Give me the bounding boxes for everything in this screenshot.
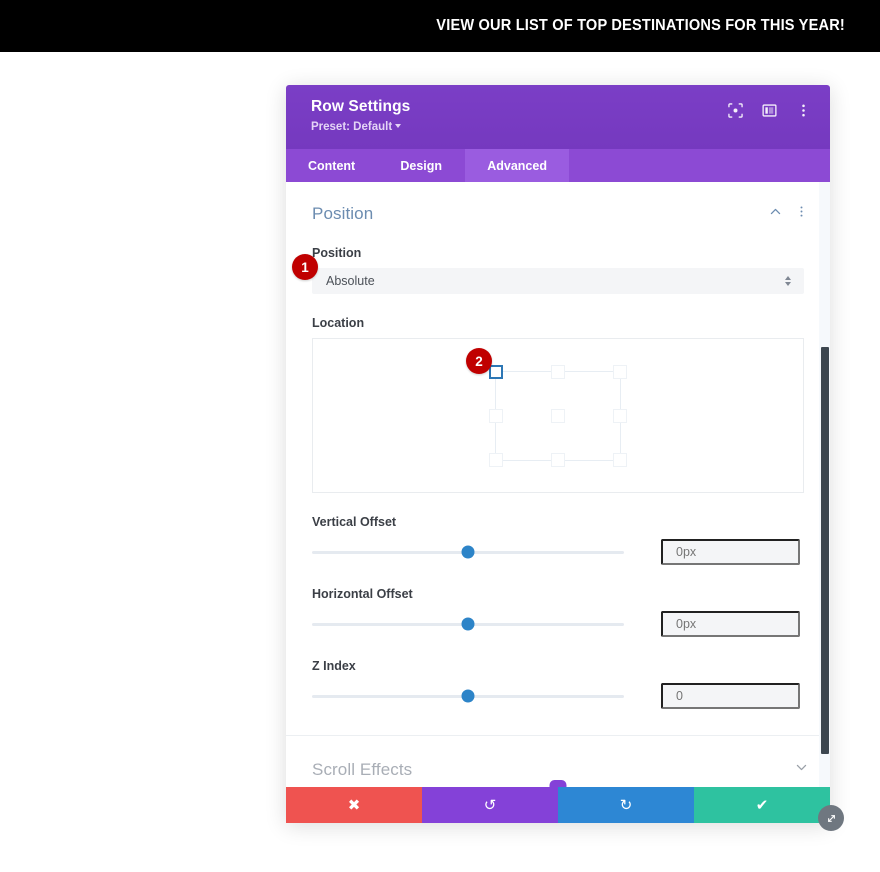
slider-knob[interactable] <box>461 617 475 631</box>
slider-knob[interactable] <box>461 689 475 703</box>
tab-advanced[interactable]: Advanced <box>465 149 569 182</box>
annotation-badge-1: 1 <box>292 254 318 280</box>
location-picker[interactable] <box>312 338 804 493</box>
preset-selector[interactable]: Preset: Default <box>311 119 410 136</box>
location-cell-bottom-right[interactable] <box>613 452 627 467</box>
horizontal-offset-label: Horizontal Offset <box>312 587 413 601</box>
location-cell-top-right[interactable] <box>613 364 627 379</box>
location-field-label: Location <box>312 316 365 330</box>
z-index-row <box>312 683 804 709</box>
horizontal-offset-field: Horizontal Offset <box>286 587 830 637</box>
position-select[interactable]: Absolute <box>312 268 804 294</box>
select-arrows-icon <box>785 276 791 286</box>
location-cell-center[interactable] <box>551 408 565 423</box>
resize-handle[interactable] <box>818 805 844 831</box>
vertical-offset-label: Vertical Offset <box>312 515 397 529</box>
focus-icon[interactable] <box>727 102 744 119</box>
preset-label: Preset: Default <box>311 121 393 133</box>
position-field: Position Absolute <box>286 246 830 294</box>
annotation-badge-2: 2 <box>466 348 492 374</box>
position-section-title: Position <box>312 204 374 223</box>
chevron-down-icon <box>395 124 402 129</box>
z-index-field: Z Index <box>286 659 830 709</box>
vertical-offset-input[interactable] <box>661 539 800 565</box>
more-vertical-icon[interactable] <box>795 205 808 223</box>
z-index-label: Z Index <box>312 659 356 673</box>
redo-button[interactable]: ↻ <box>558 787 694 823</box>
vertical-offset-slider[interactable] <box>312 544 624 560</box>
modal-title-block: Row Settings Preset: Default <box>311 96 410 136</box>
scroll-effects-section[interactable]: Scroll Effects <box>286 736 830 780</box>
vertical-offset-field: Vertical Offset <box>286 515 830 565</box>
scrollbar-thumb[interactable] <box>821 347 829 754</box>
chevron-up-icon[interactable] <box>769 205 782 223</box>
position-field-label: Position <box>312 246 362 260</box>
z-index-slider[interactable] <box>312 688 624 704</box>
more-vertical-icon[interactable] <box>795 102 812 119</box>
location-cell-top-left[interactable] <box>489 364 503 379</box>
location-cell-bottom-left[interactable] <box>489 452 503 467</box>
action-bar: ✖ ↺ ↻ ✔ <box>286 787 830 823</box>
save-button[interactable]: ✔ <box>694 787 830 823</box>
action-bar-handle[interactable] <box>549 780 567 787</box>
position-section-icons <box>769 205 808 223</box>
modal-body: Position Position Absolute Location Vert… <box>286 182 830 797</box>
undo-button[interactable]: ↺ <box>422 787 558 823</box>
modal-tabs: Content Design Advanced <box>286 149 830 182</box>
horizontal-offset-slider[interactable] <box>312 616 624 632</box>
modal-scrollbar[interactable] <box>819 182 830 797</box>
location-cell-middle-left[interactable] <box>489 408 503 423</box>
location-cell-bottom-center[interactable] <box>551 452 565 467</box>
location-field: Location <box>286 316 830 493</box>
modal-header: Row Settings Preset: Default <box>286 85 830 149</box>
tab-design[interactable]: Design <box>377 149 465 182</box>
row-settings-modal: Row Settings Preset: Default Content Des… <box>286 85 844 831</box>
location-cell-top-center[interactable] <box>551 364 565 379</box>
page-title: Row Settings <box>311 98 411 115</box>
horizontal-offset-row <box>312 611 804 637</box>
position-section-header: Position <box>286 182 830 224</box>
location-grid <box>489 364 627 467</box>
vertical-offset-row <box>312 539 804 565</box>
tab-content[interactable]: Content <box>286 149 377 182</box>
layout-icon[interactable] <box>761 102 778 119</box>
promo-bar: VIEW OUR LIST OF TOP DESTINATIONS FOR TH… <box>0 0 880 52</box>
location-cell-middle-right[interactable] <box>613 408 627 423</box>
scroll-effects-title: Scroll Effects <box>312 760 413 779</box>
promo-text: VIEW OUR LIST OF TOP DESTINATIONS FOR TH… <box>436 17 846 34</box>
chevron-down-icon[interactable] <box>795 761 808 779</box>
position-select-value: Absolute <box>326 274 375 288</box>
z-index-input[interactable] <box>661 683 800 709</box>
cancel-button[interactable]: ✖ <box>286 787 422 823</box>
modal-header-icons <box>727 96 812 119</box>
horizontal-offset-input[interactable] <box>661 611 800 637</box>
slider-knob[interactable] <box>461 545 475 559</box>
